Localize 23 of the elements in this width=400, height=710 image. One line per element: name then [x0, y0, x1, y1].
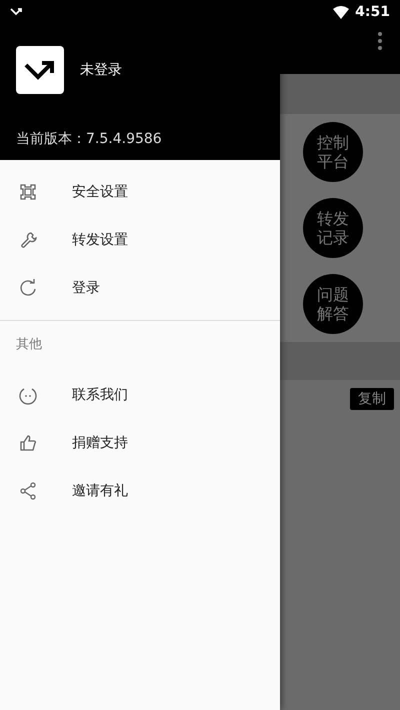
menu-item[interactable]: 安全设置 [0, 168, 280, 216]
version-text: 当前版本：7.5.4.9586 [16, 130, 163, 148]
share-icon [18, 481, 38, 501]
menu-item[interactable]: 转发设置 [0, 216, 280, 264]
menu-item[interactable]: 登录 [0, 264, 280, 312]
menu-item[interactable]: 邀请有礼 [0, 467, 280, 515]
more-icon[interactable] [378, 32, 382, 50]
menu-item[interactable]: 联系我们 [0, 371, 280, 419]
action-button[interactable]: 转发记录 [303, 198, 363, 258]
menu-item[interactable]: 捐赠支持 [0, 419, 280, 467]
wifi-icon [333, 6, 350, 18]
clock: 4:51 [355, 4, 390, 20]
section-header: 其他 [15, 336, 43, 354]
app-notification-icon [10, 7, 24, 17]
action-button[interactable]: 问题解答 [303, 274, 363, 334]
security-icon [18, 182, 38, 202]
refresh-icon [18, 278, 38, 298]
action-button[interactable]: 控制平台 [303, 122, 363, 182]
thumb-icon [18, 433, 38, 453]
copy-button[interactable]: 复制 [350, 388, 394, 410]
login-status[interactable]: 未登录 [80, 61, 122, 79]
app-logo-icon [16, 46, 64, 94]
wrench-icon [18, 230, 38, 250]
